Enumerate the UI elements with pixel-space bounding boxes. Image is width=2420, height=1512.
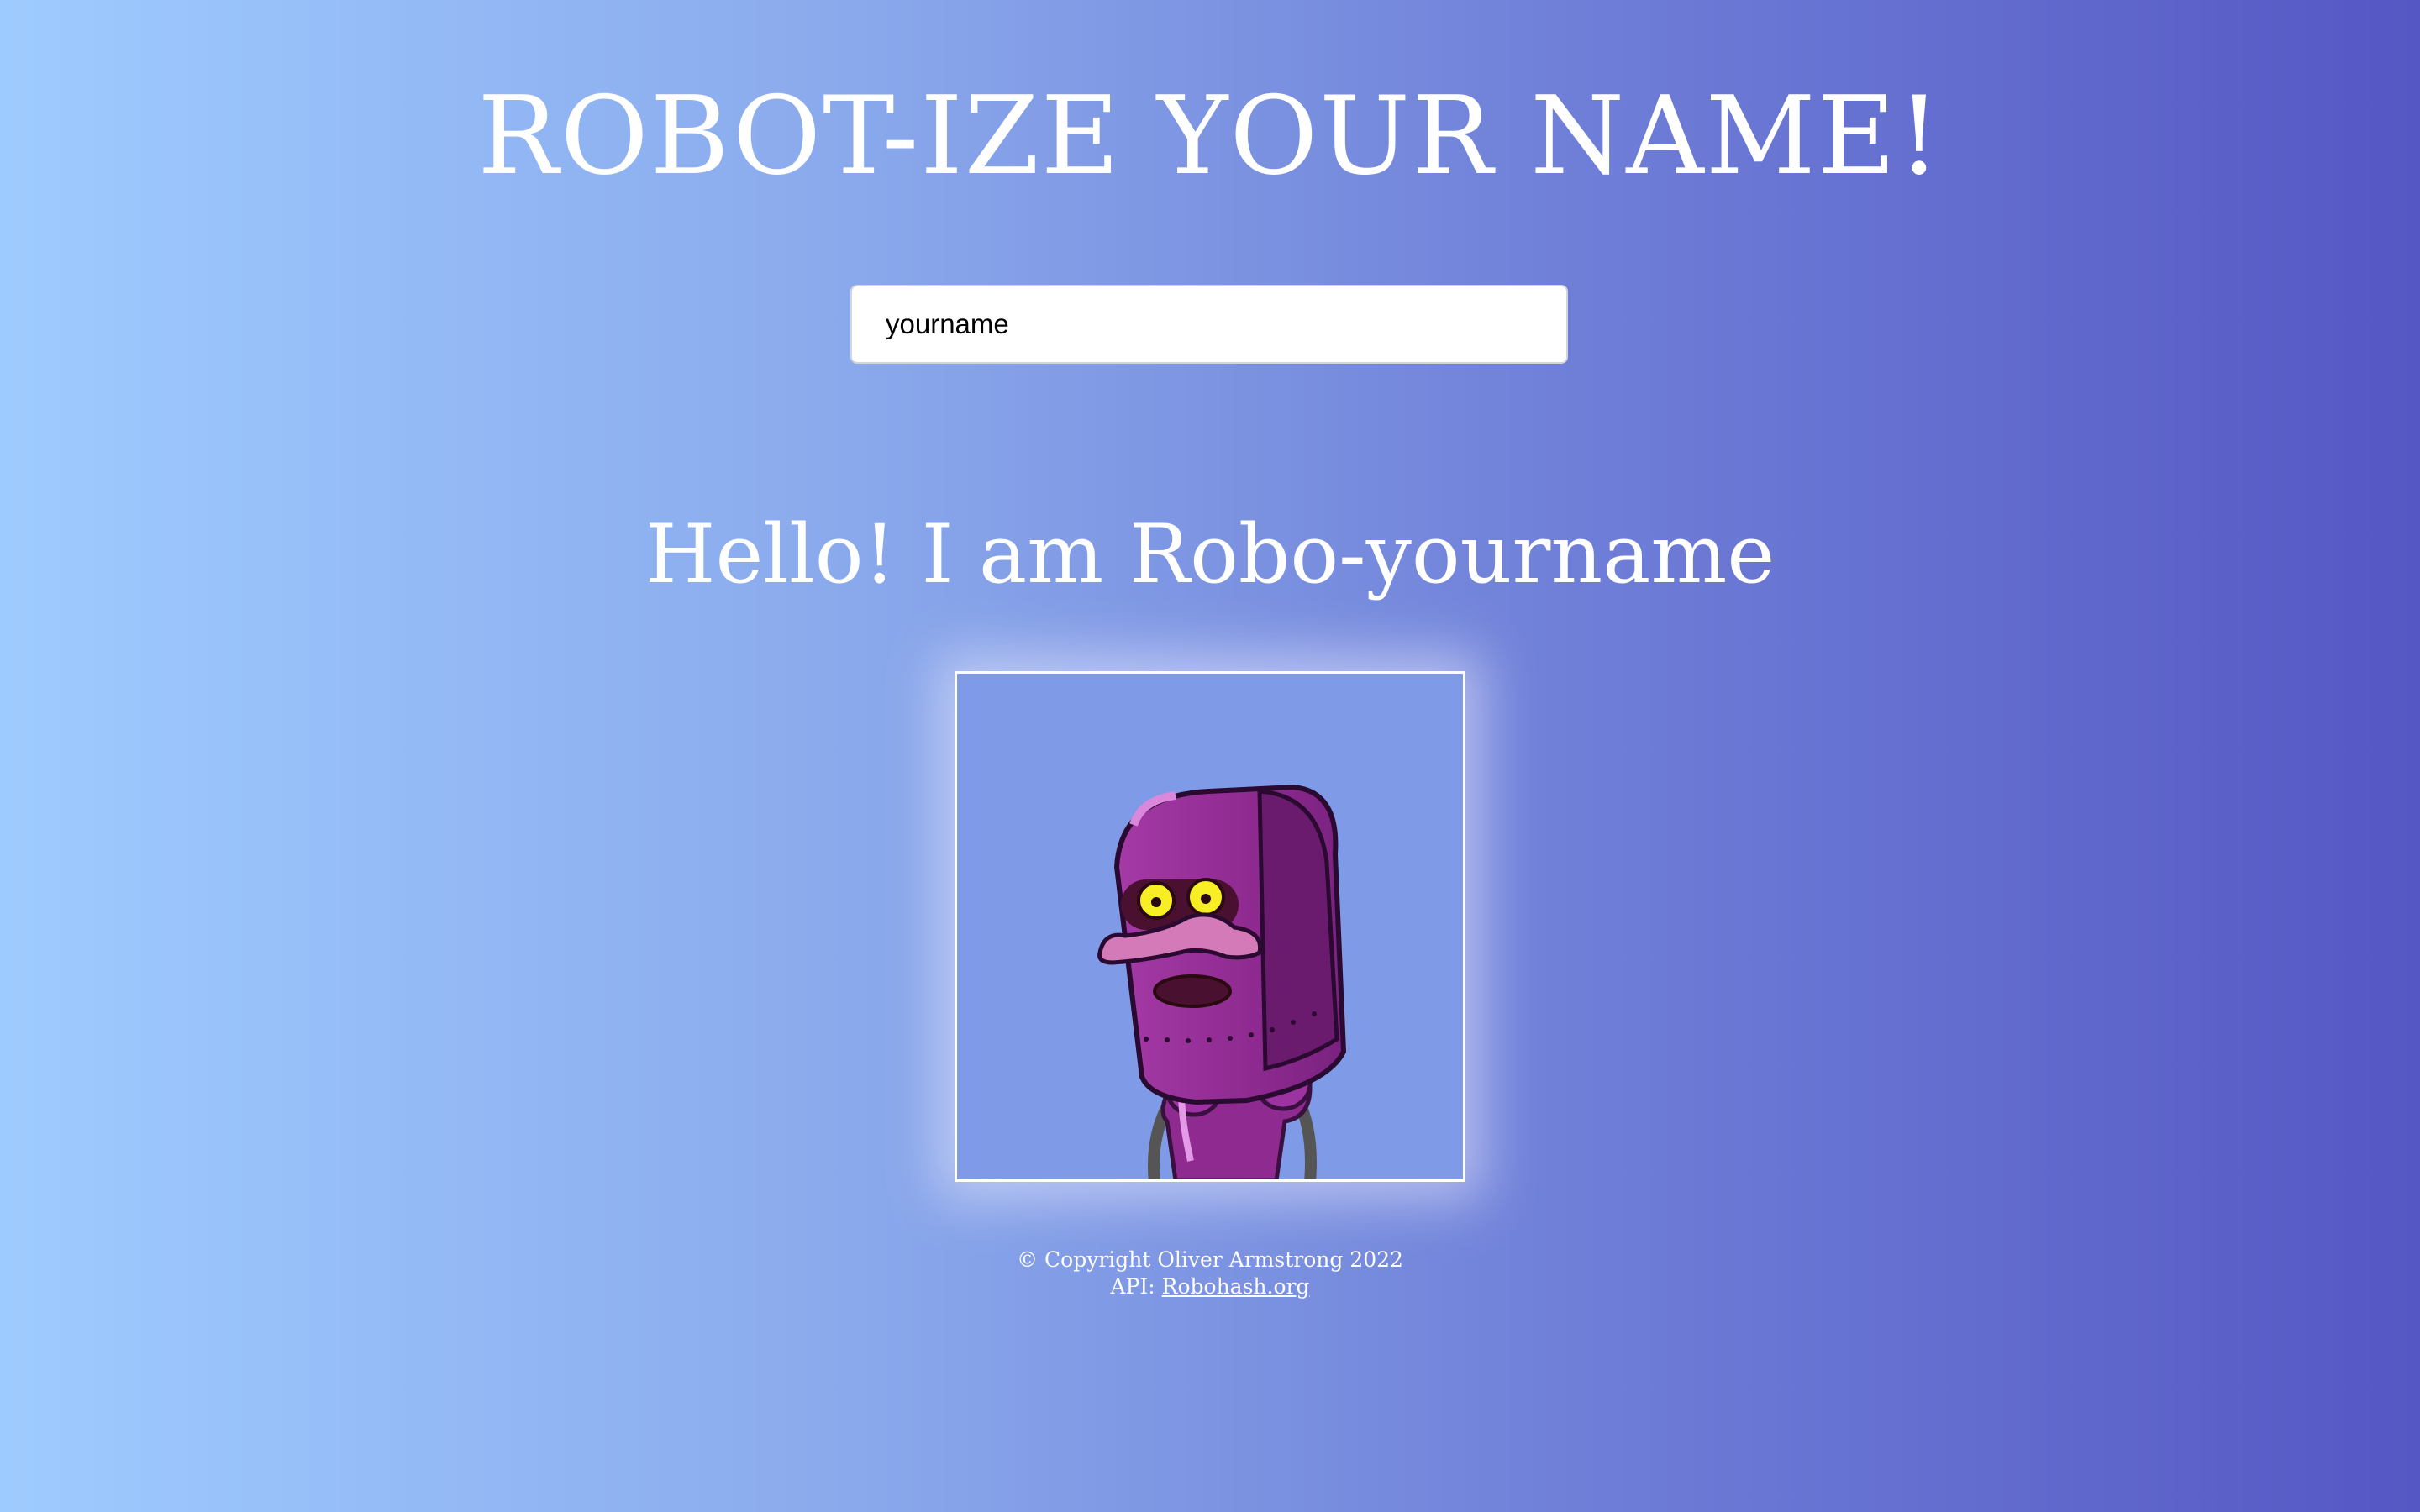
api-credit: API: Robohash.org [0,1273,2420,1300]
robot-image-frame [955,671,1465,1182]
copyright-text: © Copyright Oliver Armstrong 2022 [1017,1247,1403,1272]
name-input[interactable] [850,285,1568,364]
robot-mouth [1153,974,1232,1008]
page-title: ROBOT-IZE YOUR NAME! [477,74,1943,199]
page: ROBOT-IZE YOUR NAME! Hello! I am Robo-yo… [0,0,2420,1512]
api-prefix: API: [1110,1274,1155,1299]
robot-avatar-image [1097,784,1347,1179]
robot-greeting: Hello! I am Robo-yourname [644,507,1776,601]
footer: © Copyright Oliver Armstrong 2022 API: R… [0,1247,2420,1300]
robohash-link[interactable]: Robohash.org [1162,1274,1310,1299]
